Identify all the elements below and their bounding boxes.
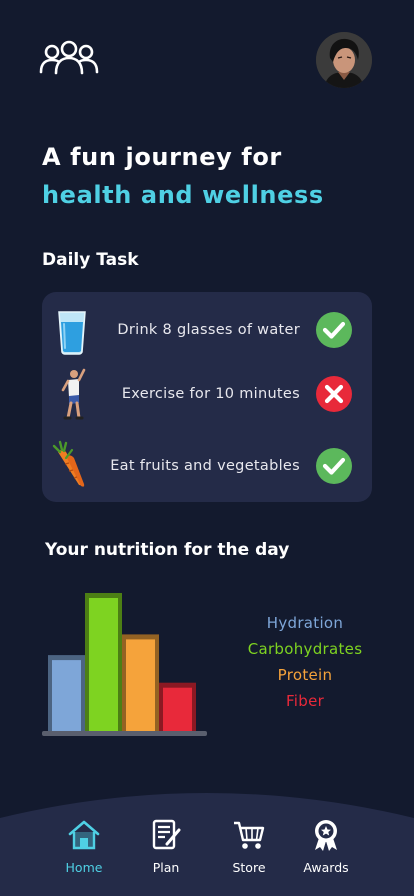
water-glass-icon bbox=[58, 311, 86, 355]
nav-store[interactable]: Store bbox=[214, 818, 284, 875]
cart-icon bbox=[234, 821, 265, 849]
home-icon bbox=[68, 820, 100, 850]
hero-line-2: health and wellness bbox=[42, 181, 324, 209]
exercise-person-icon bbox=[61, 368, 86, 420]
users-group-icon[interactable] bbox=[38, 40, 100, 76]
task-row-fruits[interactable]: Eat fruits and vegetables bbox=[42, 438, 372, 494]
nav-label: Awards bbox=[303, 860, 349, 875]
daily-task-card: Drink 8 glasses of water Exercise for 10… bbox=[42, 292, 372, 502]
task-label: Eat fruits and vegetables bbox=[110, 458, 300, 474]
chart-baseline bbox=[42, 731, 207, 736]
bottom-nav: Home Plan Store Awards bbox=[0, 788, 414, 896]
check-icon[interactable] bbox=[315, 447, 353, 485]
legend-protein: Protein bbox=[277, 666, 333, 684]
check-icon[interactable] bbox=[315, 311, 353, 349]
nutrition-title: Your nutrition for the day bbox=[45, 540, 290, 560]
avatar-portrait bbox=[316, 32, 372, 88]
cross-icon[interactable] bbox=[315, 375, 353, 413]
nav-label: Plan bbox=[152, 860, 180, 875]
hero-heading: A fun journey for health and wellness bbox=[42, 142, 402, 210]
plan-icon bbox=[152, 819, 181, 850]
nutrition-legend: Hydration Carbohydrates Protein Fiber bbox=[230, 610, 380, 714]
legend-carbohydrates: Carbohydrates bbox=[247, 640, 363, 658]
top-bar bbox=[0, 0, 414, 110]
legend-fiber: Fiber bbox=[285, 692, 325, 710]
nav-awards[interactable]: Awards bbox=[291, 818, 361, 875]
award-icon bbox=[315, 820, 337, 851]
avatar[interactable] bbox=[316, 32, 372, 88]
task-row-water[interactable]: Drink 8 glasses of water bbox=[42, 302, 372, 358]
daily-task-title: Daily Task bbox=[42, 250, 139, 270]
bar-fill-protein bbox=[126, 639, 155, 731]
task-label: Drink 8 glasses of water bbox=[117, 322, 300, 338]
nav-home[interactable]: Home bbox=[49, 818, 119, 875]
carrot-icon bbox=[52, 440, 85, 487]
bar-fill-fiber bbox=[163, 687, 192, 731]
nutrition-bar-chart bbox=[42, 593, 207, 736]
bar-fill-hydration bbox=[52, 660, 81, 731]
nav-plan[interactable]: Plan bbox=[131, 818, 201, 875]
legend-hydration: Hydration bbox=[266, 614, 344, 632]
bar-fill-carbohydrates bbox=[89, 598, 118, 731]
hero-line-1: A fun journey for bbox=[42, 143, 282, 171]
nav-label: Home bbox=[65, 860, 103, 875]
task-label: Exercise for 10 minutes bbox=[121, 386, 300, 402]
nav-label: Store bbox=[232, 860, 266, 875]
task-row-exercise[interactable]: Exercise for 10 minutes bbox=[42, 366, 372, 422]
